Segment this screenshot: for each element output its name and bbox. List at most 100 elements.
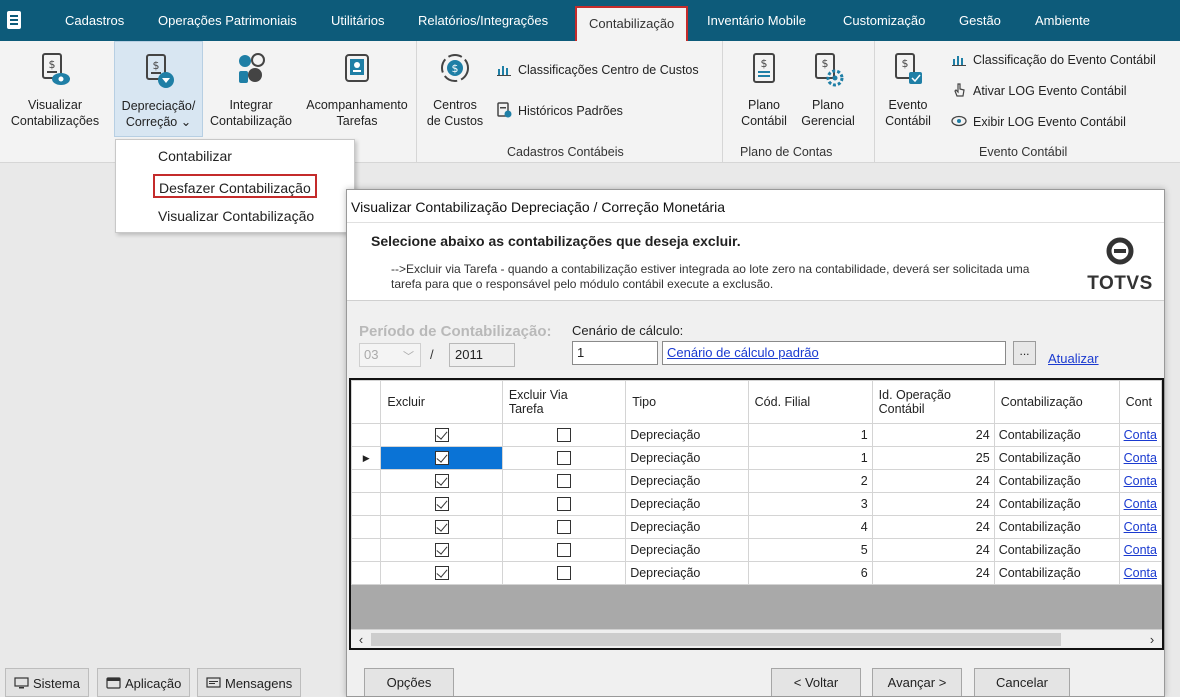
opcoes-button[interactable]: Opções <box>364 668 454 696</box>
excluir-cell[interactable] <box>380 515 503 539</box>
column-header-contabilizacao[interactable]: Contabilização <box>993 380 1120 424</box>
tab-aplicacao[interactable]: Aplicação <box>97 668 191 697</box>
menu-ambiente[interactable]: Ambiente <box>1035 0 1090 41</box>
excluir-via-tarefa-cell[interactable] <box>501 469 627 493</box>
column-header-cont[interactable]: Cont <box>1118 380 1162 424</box>
excluir-cell[interactable] <box>380 538 503 562</box>
table-row[interactable]: Depreciação 4 24 Contabilização Conta <box>351 515 1162 539</box>
scroll-left-icon[interactable]: ‹ <box>353 630 369 648</box>
integrar-contabilizacao-button[interactable]: Integrar Contabilização <box>205 41 297 137</box>
scrollbar-thumb[interactable] <box>371 633 1061 646</box>
column-header-excluir-via-tarefa[interactable]: Excluir Via Tarefa <box>501 380 627 424</box>
dropdown-item-visualizar-contabilizacao[interactable]: Visualizar Contabilização <box>158 204 314 228</box>
excluir-cell[interactable] <box>380 423 503 447</box>
scroll-right-icon[interactable]: › <box>1144 630 1160 648</box>
contabilizacao-link[interactable]: Conta <box>1118 469 1162 493</box>
dropdown-item-contabilizar[interactable]: Contabilizar <box>158 144 232 168</box>
table-row[interactable]: Depreciação 6 24 Contabilização Conta <box>351 561 1162 585</box>
evento-contabil-button[interactable]: $ Evento Contábil <box>878 41 938 137</box>
classificacoes-centro-custos-button[interactable]: Classificações Centro de Custos <box>496 59 699 81</box>
excluir-via-tarefa-cell[interactable] <box>501 446 627 470</box>
table-row[interactable]: Depreciação 5 24 Contabilização Conta <box>351 538 1162 562</box>
contabilizacao-link[interactable]: Conta <box>1118 561 1162 585</box>
excluir-cell[interactable] <box>380 492 503 516</box>
excluir-via-tarefa-checkbox[interactable] <box>557 474 572 489</box>
row-header-cell[interactable] <box>351 538 382 562</box>
plano-contabil-button[interactable]: $ Plano Contábil <box>736 41 792 137</box>
excluir-via-tarefa-checkbox[interactable] <box>557 497 572 512</box>
ativar-log-evento-contabil-button[interactable]: Ativar LOG Evento Contábil <box>951 80 1127 102</box>
column-header-id-operacao[interactable]: Id. Operação Contábil <box>871 380 995 424</box>
excluir-via-tarefa-checkbox[interactable] <box>557 520 572 535</box>
column-header-excluir[interactable]: Excluir <box>380 380 503 424</box>
tab-mensagens[interactable]: Mensagens <box>197 668 302 697</box>
excluir-checkbox[interactable] <box>434 497 449 512</box>
excluir-checkbox[interactable] <box>434 520 449 535</box>
app-menu-icon[interactable] <box>6 10 22 30</box>
acompanhamento-tarefas-button[interactable]: Acompanhamento Tarefas <box>300 41 414 137</box>
avancar-button[interactable]: Avançar > <box>872 668 962 696</box>
visualizar-contabilizacoes-button[interactable]: $ Visualizar Contabilizações <box>2 41 108 137</box>
excluir-via-tarefa-cell[interactable] <box>501 492 627 516</box>
voltar-button[interactable]: < Voltar <box>771 668 861 696</box>
plano-gerencial-button[interactable]: $ Plano Gerencial <box>796 41 860 137</box>
centros-de-custos-button[interactable]: $ Centros de Custos <box>420 41 490 137</box>
contabilizacao-link[interactable]: Conta <box>1118 515 1162 539</box>
excluir-cell[interactable] <box>380 469 503 493</box>
table-row[interactable]: Depreciação 3 24 Contabilização Conta <box>351 492 1162 516</box>
row-header-cell[interactable] <box>351 515 382 539</box>
row-header-cell[interactable] <box>351 469 382 493</box>
id-operacao-cell: 24 <box>871 538 995 562</box>
exibir-log-evento-contabil-button[interactable]: Exibir LOG Evento Contábil <box>951 111 1126 133</box>
menu-customizacao[interactable]: Customização <box>843 0 925 41</box>
menu-utilitarios[interactable]: Utilitários <box>331 0 384 41</box>
contabilizacao-link[interactable]: Conta <box>1118 423 1162 447</box>
excluir-via-tarefa-checkbox[interactable] <box>557 451 572 466</box>
excluir-checkbox[interactable] <box>434 566 449 581</box>
excluir-via-tarefa-cell[interactable] <box>501 423 627 447</box>
row-header-cell[interactable] <box>351 492 382 516</box>
historicos-padroes-button[interactable]: Históricos Padrões <box>496 100 623 122</box>
column-header-tipo[interactable]: Tipo <box>625 380 749 424</box>
table-row[interactable]: Depreciação 2 24 Contabilização Conta <box>351 469 1162 493</box>
table-row[interactable]: Depreciação 1 24 Contabilização Conta <box>351 423 1162 447</box>
excluir-cell[interactable] <box>380 561 503 585</box>
menu-operacoes-patrimoniais[interactable]: Operações Patrimoniais <box>158 0 297 41</box>
cenario-browse-button[interactable]: ... <box>1013 341 1036 365</box>
classificacao-evento-contabil-button[interactable]: Classificação do Evento Contábil <box>951 49 1156 71</box>
excluir-via-tarefa-cell[interactable] <box>501 515 627 539</box>
excluir-via-tarefa-cell[interactable] <box>501 561 627 585</box>
excluir-via-tarefa-checkbox[interactable] <box>557 428 572 443</box>
excluir-cell[interactable] <box>380 446 503 470</box>
excluir-checkbox[interactable] <box>434 428 449 443</box>
excluir-checkbox[interactable] <box>434 474 449 489</box>
excluir-via-tarefa-checkbox[interactable] <box>557 566 572 581</box>
menu-gestao[interactable]: Gestão <box>959 0 1001 41</box>
atualizar-link[interactable]: Atualizar <box>1048 351 1099 366</box>
contabilizacao-link[interactable]: Conta <box>1118 492 1162 516</box>
tab-sistema[interactable]: Sistema <box>5 668 89 697</box>
column-header-cod-filial[interactable]: Cód. Filial <box>747 380 873 424</box>
horizontal-scrollbar[interactable]: ‹ › <box>351 629 1162 648</box>
cenario-name-link[interactable]: Cenário de cálculo padrão <box>662 341 1006 365</box>
excluir-checkbox[interactable] <box>434 543 449 558</box>
excluir-via-tarefa-checkbox[interactable] <box>557 543 572 558</box>
menu-inventario-mobile[interactable]: Inventário Mobile <box>707 0 806 41</box>
menu-relatorios-integracoes[interactable]: Relatórios/Integrações <box>418 0 548 41</box>
year-field[interactable]: 2011 <box>449 343 515 367</box>
row-header-cell[interactable] <box>351 423 382 447</box>
menu-cadastros[interactable]: Cadastros <box>65 0 124 41</box>
cenario-code-field[interactable]: 1 <box>572 341 658 365</box>
menu-contabilizacao[interactable]: Contabilização <box>575 6 689 43</box>
dropdown-item-desfazer-contabilizacao[interactable]: Desfazer Contabilização <box>153 174 317 198</box>
table-row[interactable]: ▶ Depreciação 1 25 Contabilização Conta <box>351 446 1162 470</box>
depreciacao-correcao-button[interactable]: $ Depreciação/ Correção ⌄ <box>114 41 203 137</box>
row-header-cell[interactable]: ▶ <box>351 446 382 470</box>
contabilizacao-link[interactable]: Conta <box>1118 538 1162 562</box>
cancelar-button[interactable]: Cancelar <box>974 668 1070 696</box>
excluir-via-tarefa-cell[interactable] <box>501 538 627 562</box>
excluir-checkbox[interactable] <box>434 451 449 466</box>
month-select[interactable]: 03 ﹀ <box>359 343 421 367</box>
row-header-cell[interactable] <box>351 561 382 585</box>
contabilizacao-link[interactable]: Conta <box>1118 446 1162 470</box>
